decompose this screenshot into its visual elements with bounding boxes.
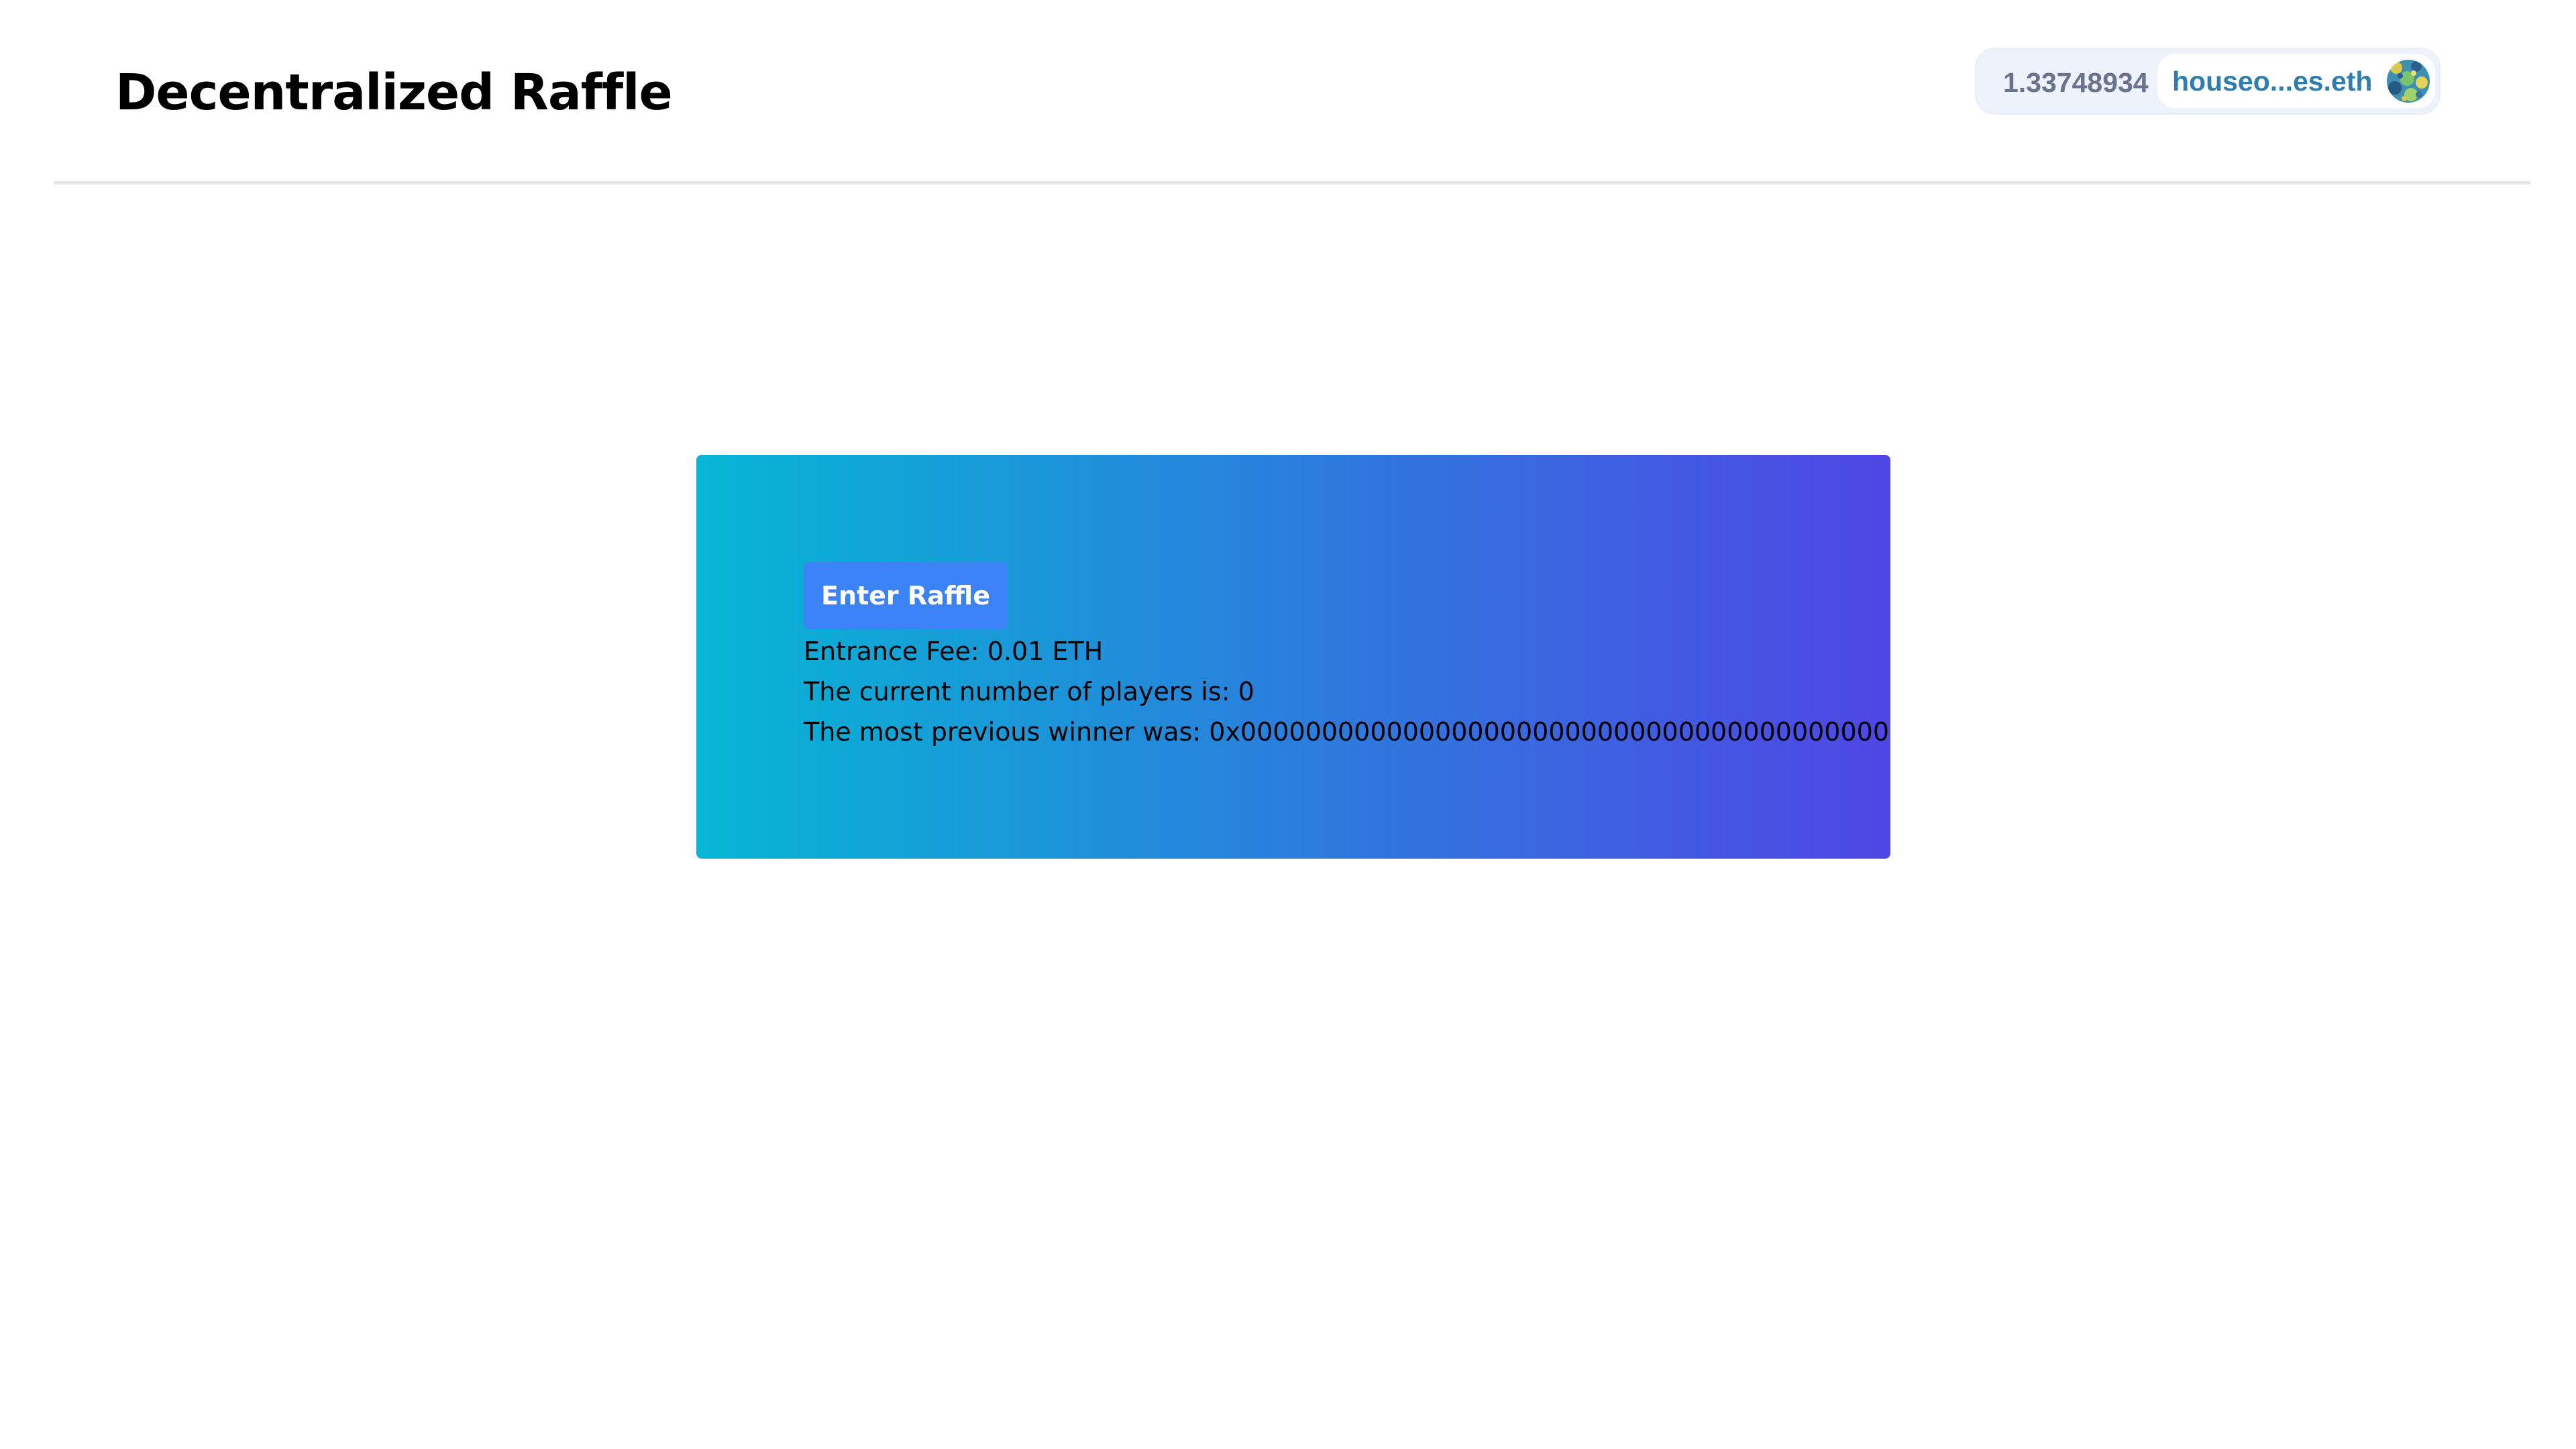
header: Decentralized Raffle 1.33748934 houseo..… [0, 0, 2576, 184]
wallet-connect-button[interactable]: 1.33748934 houseo...es.eth [1975, 48, 2440, 115]
wallet-balance: 1.33748934 [2003, 67, 2149, 98]
enter-raffle-button[interactable]: Enter Raffle [804, 562, 1008, 629]
page: Decentralized Raffle 1.33748934 houseo..… [0, 0, 2576, 1449]
account-avatar-icon [2387, 60, 2430, 103]
header-divider [54, 181, 2530, 184]
page-title: Decentralized Raffle [115, 64, 673, 121]
wallet-account-name: houseo...es.eth [2172, 66, 2373, 97]
raffle-card: Enter Raffle Entrance Fee: 0.01 ETH The … [696, 455, 1890, 859]
previous-winner-text: The most previous winner was: 0x00000000… [804, 717, 1890, 747]
wallet-account-chip[interactable]: houseo...es.eth [2157, 54, 2435, 108]
players-count-text: The current number of players is: 0 [804, 677, 1254, 706]
entrance-fee-text: Entrance Fee: 0.01 ETH [804, 637, 1104, 666]
